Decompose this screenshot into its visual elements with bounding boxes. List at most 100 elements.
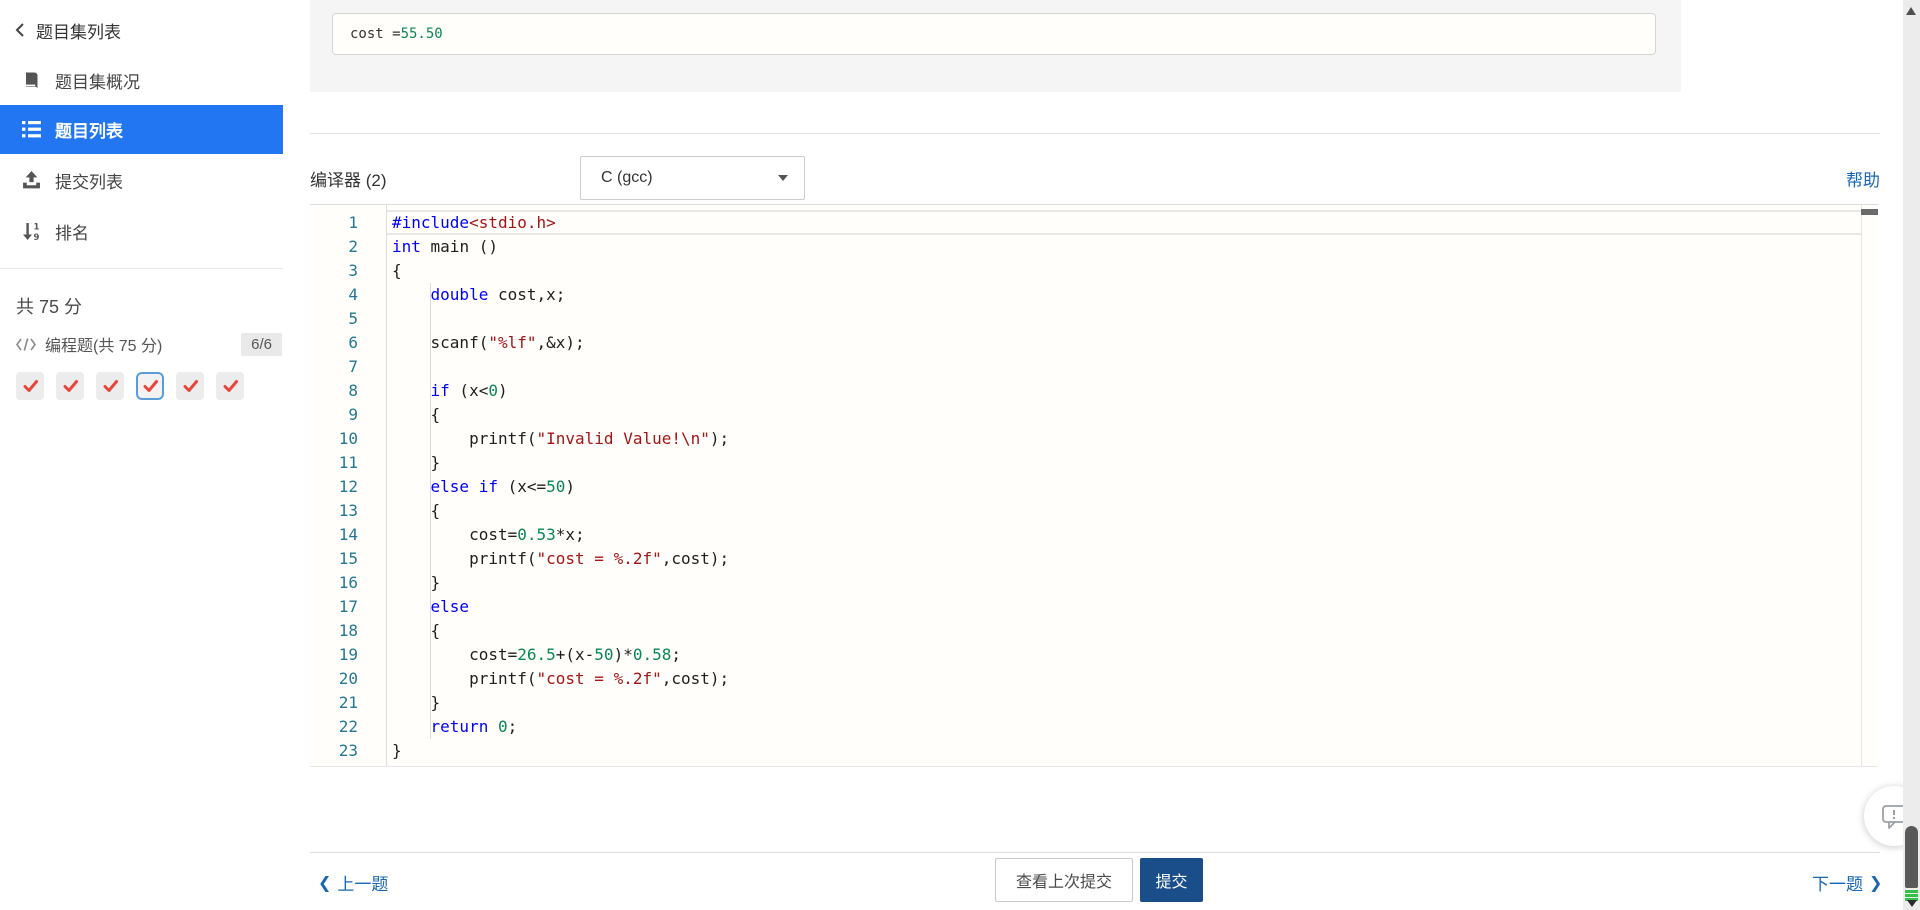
sample-output-text: cost = [350, 26, 401, 42]
code-line: scanf("%lf",&x); [392, 333, 585, 352]
sidebar-item-label: 提交列表 [55, 172, 123, 192]
total-score-label: 共 75 分 [16, 297, 83, 317]
line-number: 23 [338, 741, 358, 760]
line-number: 22 [338, 717, 358, 736]
line-number: 16 [338, 573, 358, 592]
line-number: 12 [338, 477, 358, 496]
chevron-down-icon [778, 175, 788, 181]
editor-gutter: 1 2 3 4 5 6 7 8 9 10 11 12 13 14 15 16 17 18 19 20 21 22 23 [310, 211, 386, 763]
sidebar-item-label: 排名 [55, 223, 89, 243]
code-editor[interactable]: 1 2 3 4 5 6 7 8 9 10 11 12 13 14 15 16 17 18 19 20 21 22 23 #i… [310, 204, 1878, 767]
code-line: } [392, 741, 402, 760]
line-number: 3 [348, 261, 358, 280]
sidebar-item-label: 题目列表 [55, 122, 123, 141]
chevron-left-icon: ❮ [318, 874, 332, 892]
checkmark-icon [23, 380, 38, 392]
line-number: 17 [338, 597, 358, 616]
line-number: 9 [348, 405, 358, 424]
scrollbar-thumb[interactable] [1905, 826, 1918, 888]
editor-overview-cursor-marker [1861, 209, 1878, 215]
prev-problem-link[interactable]: ❮ 上一题 [318, 870, 388, 895]
programming-section-row: 编程题(共 75 分) 6/6 [16, 331, 282, 357]
line-number: 11 [338, 453, 358, 472]
submit-button[interactable]: 提交 [1140, 858, 1203, 902]
code-line: if (x<0) [430, 381, 508, 400]
compiler-selected-option: C (gcc) [601, 169, 653, 186]
upload-icon [23, 170, 40, 188]
line-number: 6 [348, 333, 358, 352]
sidebar-item-submission-list[interactable]: 提交列表 [0, 159, 283, 201]
sidebar: 题目集列表 题目集概况 题目列表 提交列表 1 9 排名 共 75 分 编程题(… [0, 0, 283, 910]
line-number: 21 [338, 693, 358, 712]
problem-checkbox[interactable] [16, 372, 44, 400]
line-number: 10 [338, 429, 358, 448]
problem-checkbox[interactable] [56, 372, 84, 400]
sample-output-value: 55.50 [400, 26, 443, 42]
page: 题目集列表 题目集概况 题目列表 提交列表 1 9 排名 共 75 分 编程题(… [0, 0, 1920, 910]
checkmark-icon [143, 380, 158, 392]
problem-checkbox[interactable] [216, 372, 244, 400]
code-line: double cost,x; [430, 285, 566, 304]
problem-checkbox[interactable] [96, 372, 124, 400]
sidebar-item-label: 题目集概况 [55, 72, 140, 92]
code-line: { [392, 261, 402, 280]
sidebar-item-problem-list[interactable]: 题目列表 [0, 105, 283, 154]
line-number: 20 [338, 669, 358, 688]
page-scrollbar[interactable] [1903, 0, 1920, 910]
code-line: { [392, 405, 441, 424]
line-number: 5 [348, 309, 358, 328]
checkmark-icon [63, 380, 78, 392]
scrollbar-marker [1905, 894, 1918, 897]
code-line: return 0; [430, 717, 518, 736]
sample-output-panel: cost = 55.50 [310, 0, 1681, 92]
code-icon [16, 337, 36, 351]
editor-scrollbar-track[interactable] [1861, 205, 1878, 766]
line-number: 13 [338, 501, 358, 520]
divider-above-compiler [310, 133, 1880, 134]
prev-problem-label: 上一题 [337, 875, 389, 894]
code-line: printf("cost = %.2f",cost); [392, 669, 730, 688]
code-line: printf("cost = %.2f",cost); [392, 549, 730, 568]
compiler-select[interactable]: C (gcc) [580, 156, 805, 200]
code-line: { [392, 621, 441, 640]
code-line: { [392, 501, 441, 520]
code-line: #include<stdio.h> [392, 213, 556, 232]
problem-checkbox-grid [16, 372, 244, 400]
svg-text:9: 9 [34, 233, 40, 241]
next-problem-link[interactable]: 下一题 ❯ [1812, 870, 1882, 895]
sample-output-box: cost = 55.50 [332, 13, 1656, 55]
progress-badge: 6/6 [241, 332, 282, 356]
line-number: 18 [338, 621, 358, 640]
sort-numeric-icon: 1 9 [23, 222, 40, 241]
back-to-problem-sets-link[interactable]: 题目集列表 [14, 16, 121, 44]
problem-checkbox-current[interactable] [136, 372, 164, 400]
line-number: 4 [348, 285, 358, 304]
line-number: 19 [338, 645, 358, 664]
scrollbar-down-arrow[interactable] [1907, 900, 1917, 907]
code-line: } [392, 573, 441, 592]
code-line: } [392, 693, 441, 712]
view-last-submission-button[interactable]: 查看上次提交 [995, 858, 1133, 902]
svg-text:1: 1 [34, 222, 40, 232]
sidebar-item-ranking[interactable]: 1 9 排名 [0, 210, 283, 252]
checkmark-icon [103, 380, 118, 392]
help-link[interactable]: 帮助 [1846, 166, 1880, 191]
problem-checkbox[interactable] [176, 372, 204, 400]
line-number: 2 [348, 237, 358, 256]
checkmark-icon [183, 380, 198, 392]
next-problem-label: 下一题 [1812, 875, 1863, 894]
code-line: cost=26.5+(x-50)*0.58; [392, 645, 681, 664]
line-number: 8 [348, 381, 358, 400]
code-line: printf("Invalid Value!\n"); [392, 429, 730, 448]
sidebar-item-problem-set-overview[interactable]: 题目集概况 [0, 59, 283, 101]
code-line: int main () [392, 237, 498, 256]
book-icon [26, 72, 38, 88]
chevron-right-icon: ❯ [1869, 874, 1883, 892]
scrollbar-up-arrow[interactable] [1906, 7, 1916, 15]
line-number: 15 [338, 549, 358, 568]
line-number: 1 [348, 213, 358, 232]
compiler-label: 编译器 (2) [310, 171, 387, 190]
code-line: } [392, 453, 441, 472]
